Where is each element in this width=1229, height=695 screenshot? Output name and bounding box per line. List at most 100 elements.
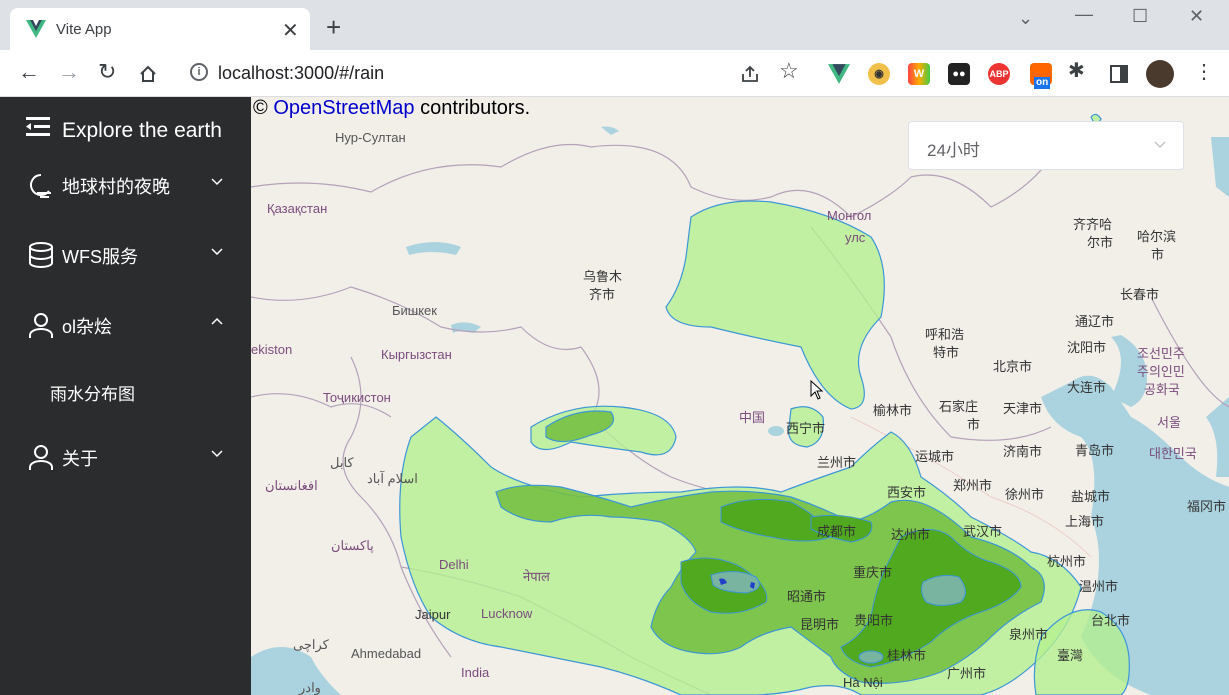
- map-label: 沈阳市: [1067, 340, 1107, 355]
- map-label: 盐城市: [1071, 489, 1111, 504]
- window-close-icon[interactable]: ✕: [1189, 6, 1204, 27]
- reload-icon[interactable]: ↻: [98, 60, 116, 84]
- map-label: 特市: [933, 345, 960, 360]
- sidebar-item-label: 关于: [62, 449, 98, 469]
- map-label: 臺灣: [1057, 648, 1084, 663]
- map-label: وادر: [299, 680, 321, 695]
- map-label: 昆明市: [800, 617, 840, 632]
- back-icon[interactable]: ←: [18, 60, 40, 84]
- browser-tab-bar: Vite App ✕ + ⌄ — ☐ ✕: [0, 0, 1229, 50]
- sidebar-item-label: ol杂烩: [62, 317, 113, 337]
- mask-extension-icon[interactable]: ●●: [948, 63, 970, 85]
- map-label: 乌鲁木: [583, 269, 623, 284]
- map-label: 齐齐哈: [1073, 217, 1113, 232]
- map-label: 上海市: [1065, 514, 1105, 529]
- map-label: کراچی: [293, 637, 329, 652]
- map-label: افغانستان: [265, 478, 318, 493]
- map-label: Jaipur: [415, 607, 451, 622]
- map-label: 泉州市: [1009, 627, 1049, 642]
- map-label: Lucknow: [481, 606, 533, 621]
- database-icon: [29, 242, 53, 268]
- map-label: ekiston: [251, 342, 293, 357]
- map-label: Ahmedabad: [351, 646, 422, 661]
- close-tab-icon[interactable]: ✕: [282, 18, 299, 43]
- sidebar-item-ol-misc[interactable]: ol杂烩: [0, 295, 251, 355]
- maximize-icon[interactable]: ☐: [1132, 6, 1148, 27]
- w-extension-icon[interactable]: W: [908, 63, 930, 85]
- map-label: улс: [845, 230, 866, 245]
- map-label: 长春市: [1120, 287, 1160, 302]
- map-label: 重庆市: [853, 565, 893, 580]
- home-icon[interactable]: [138, 64, 158, 84]
- map-label: Hà Nội: [843, 675, 883, 690]
- chevron-down-icon: [211, 450, 223, 458]
- address-bar[interactable]: localhost:3000/#/rain: [218, 63, 384, 84]
- map-label: Қазақстан: [267, 201, 328, 216]
- map-label: 北京市: [993, 359, 1033, 374]
- map-label: 郑州市: [953, 478, 993, 493]
- map-label: 福冈市: [1187, 499, 1227, 514]
- brand-title: Explore the earth: [62, 119, 222, 142]
- map-label: 大连市: [1067, 380, 1107, 395]
- map-label: 武汉市: [963, 524, 1003, 539]
- sidebar-item-night[interactable]: 地球村的夜晚: [0, 155, 251, 215]
- map-label: 昭通市: [787, 589, 827, 604]
- site-info-icon[interactable]: i: [190, 63, 208, 81]
- avatar[interactable]: [1146, 60, 1174, 88]
- map-label: 兰州市: [817, 455, 857, 470]
- attribution-copyright: ©: [253, 97, 268, 119]
- moon-cloud-icon: [30, 174, 51, 198]
- map-label: 주의인민: [1137, 364, 1185, 379]
- sidebar-item-about[interactable]: 关于: [0, 427, 251, 487]
- map-label: کابل: [330, 455, 354, 470]
- map-label: 市: [967, 417, 981, 432]
- on-extension-icon[interactable]: on: [1030, 63, 1052, 89]
- map-label: 市: [1151, 247, 1165, 262]
- map-label: 대한민국: [1149, 446, 1197, 461]
- chevron-down-icon[interactable]: ⌄: [1018, 8, 1033, 29]
- map-label: 呼和浩: [925, 327, 965, 342]
- minimize-icon[interactable]: —: [1075, 4, 1093, 25]
- map-label: Бишкек: [392, 303, 437, 318]
- sidebar-item-wfs[interactable]: WFS服务: [0, 225, 251, 285]
- map-label: 天津市: [1003, 401, 1043, 416]
- openstreetmap-link[interactable]: OpenStreetMap: [273, 97, 414, 119]
- adblock-icon[interactable]: ABP: [988, 63, 1010, 85]
- new-tab-icon[interactable]: +: [326, 14, 341, 40]
- side-panel-icon[interactable]: [1109, 64, 1129, 84]
- map-label: 徐州市: [1005, 487, 1045, 502]
- browser-tab[interactable]: Vite App ✕: [10, 8, 310, 50]
- map-viewport[interactable]: Нур-Султан Қазақстан Монгол улс 齐齐哈 尔市 哈…: [251, 97, 1229, 695]
- menu-kebab-icon[interactable]: ⋮: [1194, 60, 1214, 84]
- map-label: 达州市: [891, 527, 931, 542]
- forward-icon[interactable]: →: [58, 60, 80, 84]
- owl-extension-icon[interactable]: ◉: [868, 63, 890, 85]
- time-range-select[interactable]: 24小时: [908, 121, 1184, 170]
- bookmark-star-icon[interactable]: ☆: [779, 59, 799, 83]
- map-label: پاکستان: [331, 538, 374, 553]
- attribution-suffix: contributors.: [420, 97, 531, 119]
- map-canvas: [251, 97, 1229, 695]
- map-label: 济南市: [1003, 444, 1043, 459]
- map-attribution: © OpenStreetMap contributors.: [253, 97, 530, 120]
- map-label: Тоҷикистон: [323, 390, 391, 405]
- map-label: 조선민주: [1137, 346, 1185, 361]
- browser-toolbar: ← → ↻ i localhost:3000/#/rain ☆ ◉ W ●● A…: [0, 50, 1229, 97]
- puzzle-extensions-icon[interactable]: ✱: [1068, 59, 1085, 83]
- menu-fold-icon[interactable]: [26, 117, 50, 137]
- sidebar: Explore the earth 地球村的夜晚 WFS服务 ol杂烩 雨水分布…: [0, 97, 251, 695]
- chevron-down-icon: [1154, 141, 1166, 149]
- tab-title: Vite App: [56, 21, 112, 38]
- map-label: 西安市: [887, 485, 927, 500]
- map-label: 青岛市: [1075, 443, 1115, 458]
- select-value: 24小时: [927, 141, 980, 160]
- sidebar-item-label: 地球村的夜晚: [62, 177, 170, 197]
- share-icon[interactable]: [740, 64, 760, 84]
- map-label: 通辽市: [1075, 314, 1115, 329]
- sidebar-subitem-rain[interactable]: 雨水分布图: [50, 380, 135, 405]
- map-label: Нур-Султан: [335, 130, 406, 145]
- map-label: 桂林市: [887, 648, 927, 663]
- map-label: 榆林市: [873, 403, 913, 418]
- vue-devtools-icon[interactable]: [828, 64, 850, 84]
- sidebar-item-label: WFS服务: [62, 247, 138, 267]
